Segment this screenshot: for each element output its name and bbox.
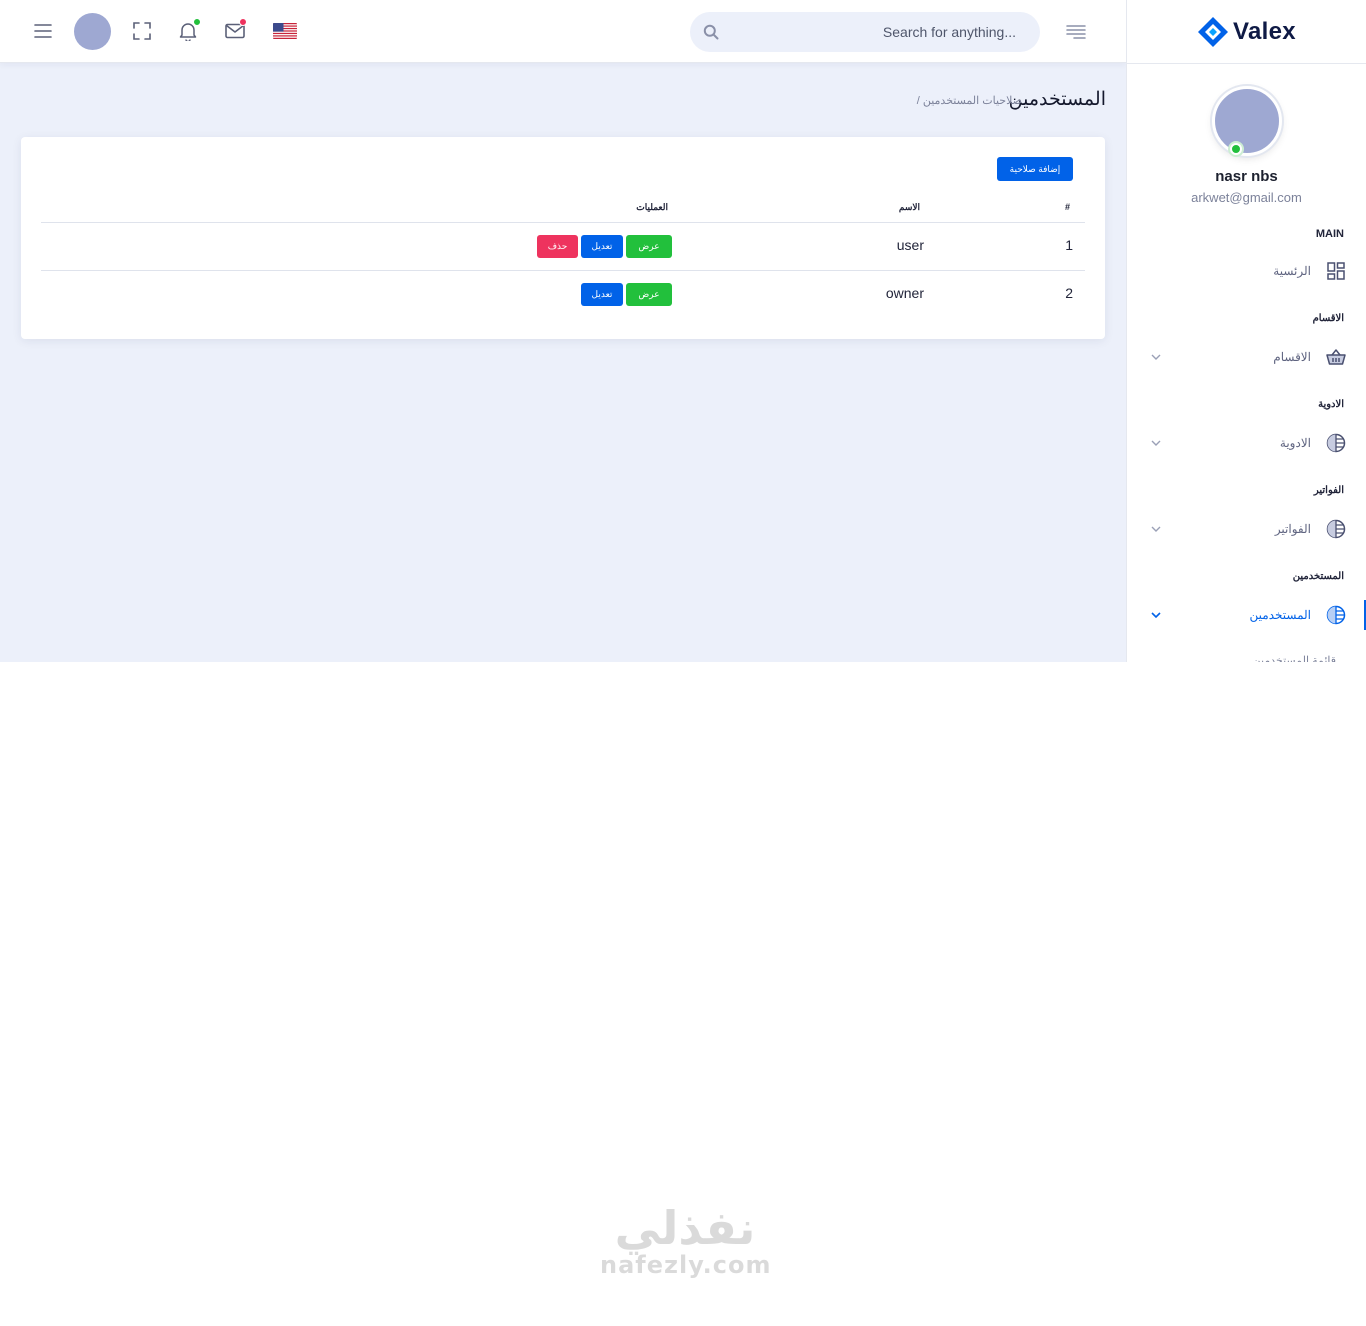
sidebar-item-label: الادوية (1279, 436, 1311, 450)
show-button[interactable]: عرض (626, 283, 672, 306)
edit-button[interactable]: تعديل (581, 283, 623, 306)
us-flag-icon[interactable] (273, 23, 297, 39)
table-header-divider (41, 222, 1085, 223)
half-circle-icon (1325, 604, 1347, 626)
half-circle-icon (1325, 518, 1347, 540)
search-input[interactable] (690, 12, 1040, 52)
sidebar-item-label: الرئسية (1273, 264, 1311, 278)
dashboard-grid-icon (1325, 260, 1347, 282)
row-divider (41, 270, 1085, 271)
sidebar-item-medicines[interactable]: الادوية (1127, 428, 1366, 458)
message-indicator (239, 18, 247, 26)
column-header-actions: العمليات (636, 202, 668, 212)
permissions-card: إضافة صلاحية # الاسم العمليات 1 user عرض… (21, 137, 1105, 339)
online-status-indicator (1230, 143, 1242, 155)
header-avatar[interactable] (74, 13, 111, 50)
chevron-down-icon[interactable] (1149, 522, 1163, 536)
valex-logo-icon (1198, 16, 1229, 47)
sidebar-item-label: الفواتير (1274, 522, 1311, 536)
sidebar-item-users[interactable]: المستخدمين (1127, 600, 1366, 630)
top-header (0, 0, 1126, 63)
row-role-name: user (896, 237, 924, 253)
notification-indicator (193, 18, 201, 26)
watermark-logo: نفذلي nafezly.com (600, 1205, 770, 1279)
hamburger-menu-icon[interactable] (31, 20, 55, 42)
sidebar-item-label: الاقسام (1273, 350, 1311, 364)
edit-button[interactable]: تعديل (581, 235, 623, 258)
sidebar-subitem-users-list[interactable]: قائمة المستخدمين (1253, 654, 1336, 662)
row-role-name: owner (885, 285, 924, 301)
chevron-down-icon[interactable] (1149, 608, 1163, 622)
profile-avatar[interactable] (1211, 86, 1282, 156)
search-bar (690, 12, 1040, 52)
sidebar-item-dashboard[interactable]: الرئسية (1127, 256, 1366, 286)
brand-name: Valex (1233, 17, 1296, 45)
show-button[interactable]: عرض (626, 235, 672, 258)
sidebar-category-invoices: الفواتير (1313, 485, 1344, 496)
row-number: 1 (1065, 237, 1073, 253)
fullscreen-icon[interactable] (131, 20, 153, 42)
chevron-down-icon[interactable] (1149, 436, 1163, 450)
sidebar-item-sections[interactable]: الاقسام (1127, 342, 1366, 372)
half-circle-icon (1325, 432, 1347, 454)
user-email: arkwet@gmail.com (1191, 190, 1302, 205)
breadcrumb[interactable]: / صلاحيات المستخدمين (917, 94, 1022, 107)
delete-button[interactable]: حذف (537, 235, 578, 258)
row-number: 2 (1065, 285, 1073, 301)
basket-icon (1325, 346, 1347, 368)
watermark-arabic: نفذلي (614, 1201, 756, 1255)
sidebar-toggle-icon[interactable] (1065, 22, 1087, 42)
watermark-latin: nafezly.com (600, 1251, 772, 1279)
sidebar-item-label: المستخدمين (1249, 608, 1311, 622)
sidebar-category-sections: الاقسام (1312, 313, 1344, 324)
sidebar: Valex nasr nbs arkwet@gmail.com MAIN الر… (1126, 0, 1366, 662)
column-header-name: الاسم (898, 202, 920, 212)
sidebar-category-users: المستخدمين (1292, 571, 1344, 582)
user-profile: nasr nbs arkwet@gmail.com (1127, 64, 1366, 205)
app-shell: المستخدمين / صلاحيات المستخدمين إضافة صل… (0, 0, 1366, 662)
add-permission-button[interactable]: إضافة صلاحية (997, 157, 1073, 181)
chevron-down-icon[interactable] (1149, 350, 1163, 364)
sidebar-category-main: MAIN (1315, 228, 1344, 240)
brand-logo[interactable]: Valex (1197, 16, 1296, 48)
logo-bar: Valex (1127, 0, 1366, 64)
sidebar-item-invoices[interactable]: الفواتير (1127, 514, 1366, 544)
column-header-number: # (1064, 202, 1070, 212)
sidebar-category-medicines: الادوية (1318, 399, 1344, 410)
user-name: nasr nbs (1215, 168, 1278, 185)
page-title: المستخدمين (1008, 89, 1106, 110)
search-icon[interactable] (702, 23, 720, 41)
